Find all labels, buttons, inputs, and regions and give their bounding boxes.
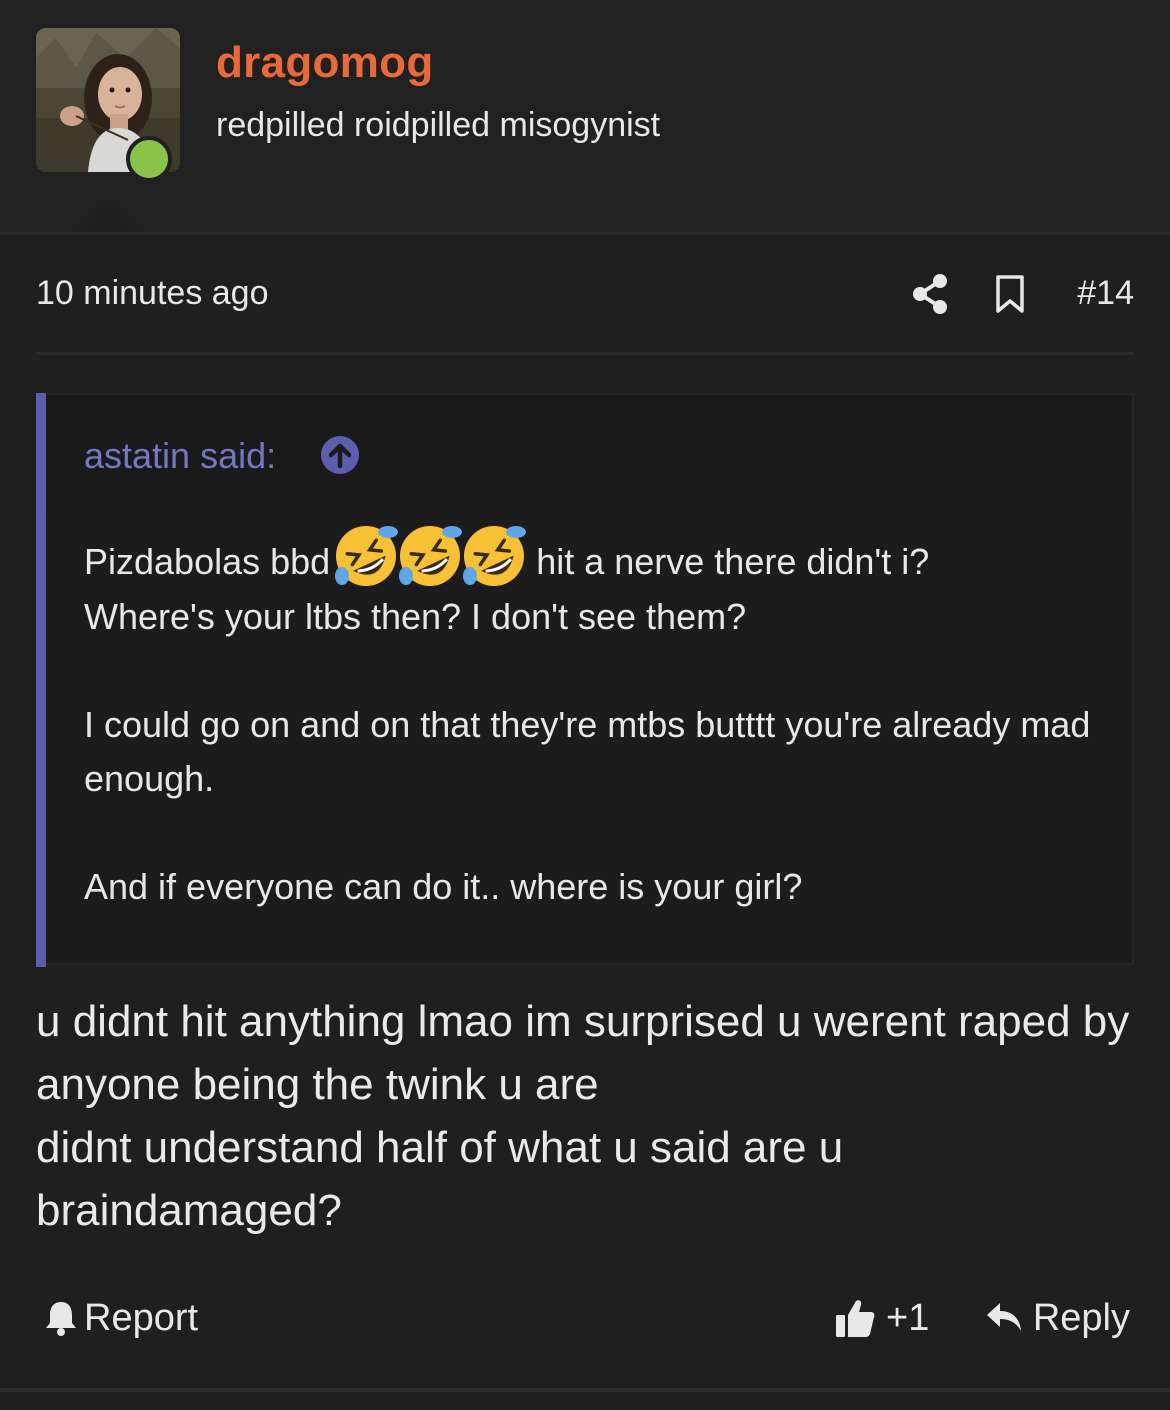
quote-paragraph: Where's your ltbs then? I don't see them… [84, 596, 747, 638]
bookmark-button[interactable] [992, 274, 1028, 314]
post-actions: Report +1 Reply [36, 1286, 1134, 1350]
reply-label: Reply [1032, 1296, 1130, 1339]
laughing-emoji-icon [335, 526, 527, 587]
report-label: Report [84, 1296, 199, 1339]
username[interactable]: dragomog [216, 38, 434, 88]
post-paragraph: didnt understand half of what u said are… [36, 1123, 844, 1235]
like-count: +1 [886, 1296, 930, 1339]
divider [36, 352, 1134, 355]
bookmark-icon [996, 275, 1024, 313]
report-button[interactable]: Report [44, 1294, 198, 1342]
share-button[interactable] [910, 272, 950, 316]
quote-text: hit a nerve there didn't i? [536, 541, 930, 582]
quote-jump-button[interactable] [320, 435, 360, 475]
quote-text: Pizdabolas bbd [84, 541, 331, 582]
divider [0, 232, 1170, 235]
quote-paragraph: Pizdabolas bbd hit a nerve there didn't … [84, 526, 1104, 590]
quote-paragraph: I could go on and on that they're mtbs b… [84, 704, 1091, 800]
post-timestamp[interactable]: 10 minutes ago [36, 274, 269, 313]
reply-button[interactable]: Reply [985, 1294, 1130, 1342]
quote-paragraph: And if everyone can do it.. where is you… [84, 866, 803, 908]
quote-author-link[interactable]: astatin said: [84, 435, 276, 477]
reply-arrow-icon [986, 1303, 1021, 1331]
quote-header: astatin said: [46, 395, 1132, 511]
post-paragraph: u didnt hit anything lmao im surprised u… [36, 997, 1130, 1109]
divider [0, 1388, 1170, 1392]
arrow-up-circle-icon [321, 436, 359, 474]
post-number-link[interactable]: #14 [1077, 274, 1134, 313]
bell-icon [46, 1302, 76, 1336]
like-button[interactable]: +1 [834, 1294, 929, 1342]
quote-accent-bar [36, 393, 46, 967]
user-title: redpilled roidpilled misogynist [216, 106, 661, 144]
thumbs-up-icon [836, 1300, 875, 1337]
emoji-group [330, 520, 530, 590]
quote-block: astatin said: Pizdabolas bbd hit a nerve… [36, 393, 1134, 967]
post-author-header: dragomog redpilled roidpilled misogynist [0, 0, 1170, 234]
quote-body: Pizdabolas bbd hit a nerve there didn't … [84, 526, 1104, 914]
online-status-dot [126, 136, 172, 182]
post-body: u didnt hit anything lmao im surprised u… [36, 990, 1134, 1242]
post-meta-row: 10 minutes ago #14 [36, 262, 1134, 326]
share-icon [913, 274, 947, 314]
header-pointer [76, 200, 140, 234]
